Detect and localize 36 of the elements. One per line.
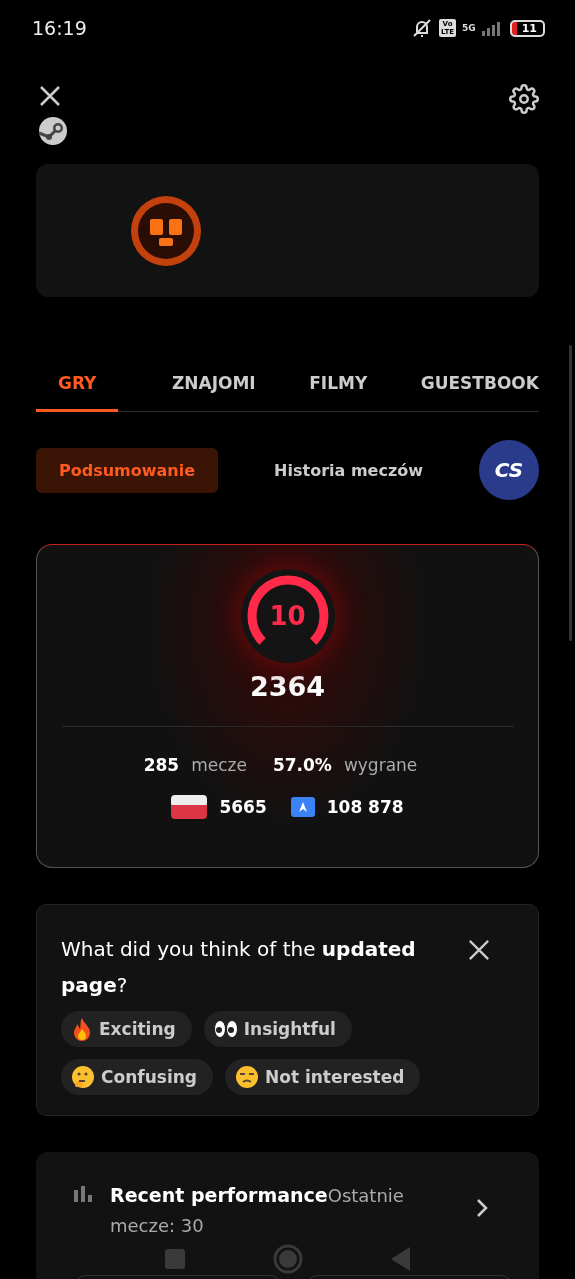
winrate-label: wygrane	[343, 755, 418, 775]
steam-logo-icon	[38, 116, 68, 146]
feedback-option[interactable]: Exciting	[61, 1011, 192, 1047]
thinking-face-icon	[71, 1065, 95, 1089]
fire-icon	[71, 1017, 93, 1041]
close-button[interactable]	[468, 939, 490, 961]
level-number: 10	[269, 601, 306, 631]
nav-tab[interactable]: FILMY	[309, 365, 368, 412]
bar-chart-icon	[74, 1186, 92, 1202]
avatar-badge-icon	[130, 194, 202, 267]
game-badge[interactable]: CS	[479, 440, 539, 500]
eyes-icon	[213, 1020, 238, 1038]
flag-icon	[171, 795, 208, 819]
muted-bell-icon	[411, 18, 434, 38]
status-time: 16:19	[32, 17, 87, 39]
nav-tab[interactable]: GUESTBOOK	[420, 365, 539, 412]
elo-value: 2364	[249, 671, 326, 702]
feedback-option[interactable]: Confusing	[61, 1059, 213, 1095]
unamused-face-icon	[235, 1065, 259, 1089]
winrate-value: 57.0%	[272, 755, 332, 775]
section-tab[interactable]: Podsumowanie	[36, 447, 219, 493]
region-rank: 108 878	[326, 797, 404, 817]
chevron-right-button[interactable]	[475, 1198, 489, 1218]
nav-tab[interactable]: ZNAJOMI	[171, 365, 256, 412]
battery-level: 11	[509, 19, 545, 37]
feedback-option[interactable]: Not interested	[225, 1059, 421, 1095]
section-tab[interactable]: Historia meczów	[251, 447, 446, 493]
performance-title: Recent performanceOstatnie mecze: 30	[110, 1183, 405, 1238]
region-map-icon	[290, 797, 315, 817]
matches-label: mecze	[191, 755, 247, 775]
matches-count: 285	[143, 755, 180, 775]
nav-tab[interactable]: GRY	[36, 365, 119, 412]
country-rank: 5665	[219, 797, 267, 817]
network-type: 5G	[462, 23, 476, 33]
feedback-option[interactable]: Insightful	[203, 1011, 352, 1047]
feedback-question: What did you think of the updated page?	[61, 936, 417, 999]
